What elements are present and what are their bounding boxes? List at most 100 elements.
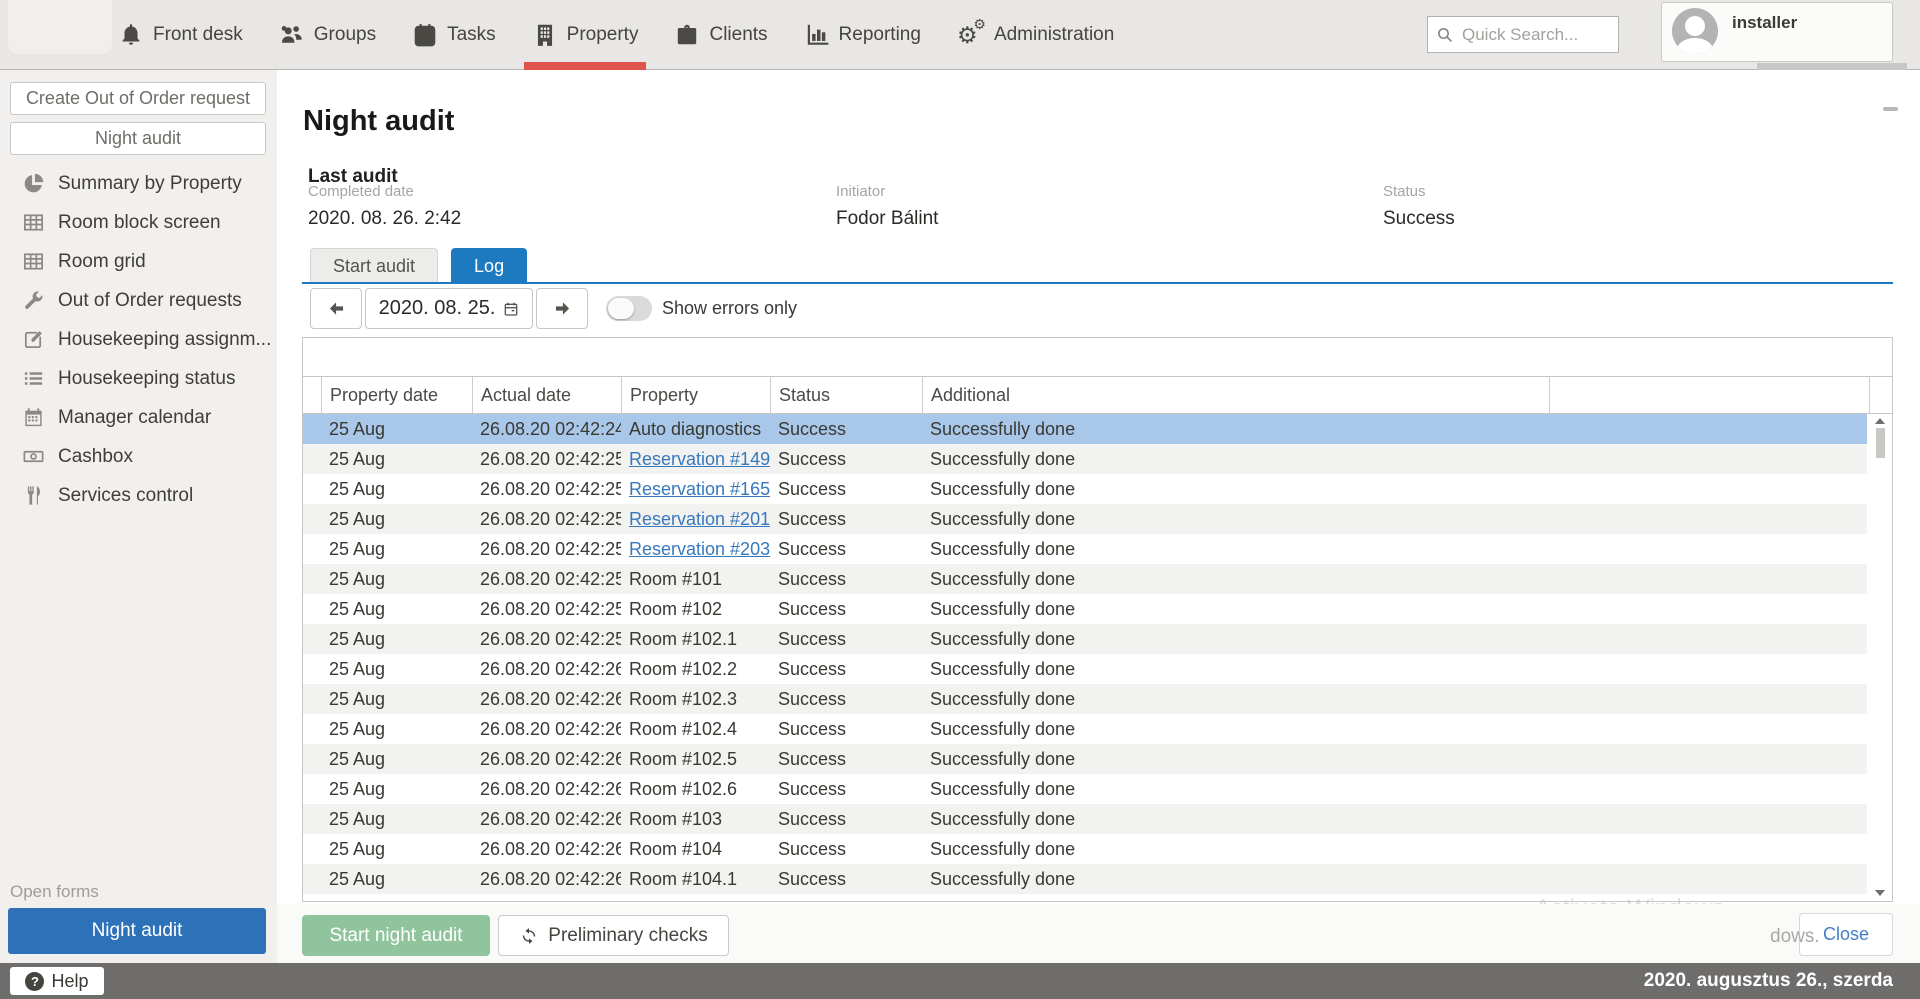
nav-property[interactable]: Property <box>532 0 639 70</box>
cell-indicator <box>303 654 321 684</box>
header-status[interactable]: Status <box>770 377 922 413</box>
cell-additional: Successfully done <box>922 534 1549 564</box>
table-row[interactable]: 25 Aug 26.08.20 02:42:25 Room #101 Succe… <box>303 564 1867 594</box>
table-row[interactable]: 25 Aug 26.08.20 02:42:25 Room #102.1 Suc… <box>303 624 1867 654</box>
nav-tasks[interactable]: Tasks <box>412 0 496 70</box>
show-errors-toggle[interactable] <box>606 296 652 321</box>
sidebar-item-room-block-screen[interactable]: Room block screen <box>0 203 277 242</box>
preliminary-checks-button[interactable]: Preliminary checks <box>498 915 729 956</box>
nav-administration[interactable]: Administration <box>957 0 1114 70</box>
table-row[interactable]: 25 Aug 26.08.20 02:42:26 Room #102.5 Suc… <box>303 744 1867 774</box>
next-day-button[interactable] <box>536 288 588 329</box>
table-row[interactable]: 25 Aug 26.08.20 02:42:26 Room #102.4 Suc… <box>303 714 1867 744</box>
sidebar-item-out-of-order-requests[interactable]: Out of Order requests <box>0 281 277 320</box>
night-audit-button[interactable]: Night audit <box>10 122 266 155</box>
sidebar-item-housekeeping-assignment[interactable]: Housekeeping assignm... <box>0 320 277 359</box>
reservation-link[interactable]: Reservation #149 <box>629 449 770 469</box>
scrollbar-thumb[interactable] <box>1876 428 1885 458</box>
log-toolbar: 2020. 08. 25. Show errors only <box>310 288 797 329</box>
tab-log[interactable]: Log <box>451 248 527 283</box>
cell-property-date: 25 Aug <box>321 444 472 474</box>
collapse-icon[interactable] <box>1883 107 1898 111</box>
nav-reporting[interactable]: Reporting <box>804 0 921 70</box>
sidebar-item-label: Housekeeping status <box>58 368 235 390</box>
user-name: installer <box>1732 13 1797 61</box>
sidebar-item-label: Manager calendar <box>58 407 211 429</box>
status-bar-date: 2020. augusztus 26., szerda <box>1644 963 1893 999</box>
calendar-icon <box>22 406 45 429</box>
date-picker[interactable]: 2020. 08. 25. <box>365 288 533 329</box>
user-menu[interactable]: installer <box>1661 2 1893 62</box>
sidebar-item-cashbox[interactable]: Cashbox <box>0 437 277 476</box>
previous-day-button[interactable] <box>310 288 362 329</box>
sidebar-item-room-grid[interactable]: Room grid <box>0 242 277 281</box>
reservation-link[interactable]: Reservation #201 <box>629 509 770 529</box>
table-group-panel <box>303 338 1892 377</box>
cell-property-date: 25 Aug <box>321 834 472 864</box>
audit-tabs: Start audit Log <box>310 248 527 283</box>
nav-clients[interactable]: Clients <box>674 0 767 70</box>
header-additional[interactable]: Additional <box>922 377 1549 413</box>
cell-property: Room #102.5 <box>621 744 770 774</box>
scroll-down-icon[interactable] <box>1875 890 1885 896</box>
tab-start-audit[interactable]: Start audit <box>310 248 438 283</box>
cell-property-date: 25 Aug <box>321 534 472 564</box>
refresh-icon <box>519 926 539 946</box>
table-row[interactable]: 25 Aug 26.08.20 02:42:25 Reservation #20… <box>303 504 1867 534</box>
tabs-underline <box>302 282 1893 284</box>
cell-additional: Successfully done <box>922 684 1549 714</box>
log-table-body: 25 Aug 26.08.20 02:42:24 Auto diagnostic… <box>303 414 1892 894</box>
table-row[interactable]: 25 Aug 26.08.20 02:42:25 Reservation #20… <box>303 534 1867 564</box>
table-row[interactable]: 25 Aug 26.08.20 02:42:25 Reservation #14… <box>303 444 1867 474</box>
audit-log-table: Property date Actual date Property Statu… <box>302 337 1893 902</box>
sidebar-item-housekeeping-status[interactable]: Housekeeping status <box>0 359 277 398</box>
reservation-link[interactable]: Reservation #165 <box>629 479 770 499</box>
cell-additional: Successfully done <box>922 714 1549 744</box>
nav-groups[interactable]: Groups <box>279 0 376 70</box>
cell-additional: Successfully done <box>922 744 1549 774</box>
cell-status: Success <box>770 564 922 594</box>
sidebar-item-label: Services control <box>58 485 193 507</box>
cell-property: Reservation #149 <box>621 444 770 474</box>
table-row[interactable]: 25 Aug 26.08.20 02:42:26 Room #104 Succe… <box>303 834 1867 864</box>
table-row[interactable]: 25 Aug 26.08.20 02:42:26 Room #103 Succe… <box>303 804 1867 834</box>
table-row[interactable]: 25 Aug 26.08.20 02:42:26 Room #102.3 Suc… <box>303 684 1867 714</box>
list-icon <box>22 367 45 390</box>
sidebar-item-summary-by-property[interactable]: Summary by Property <box>0 164 277 203</box>
sidebar-item-manager-calendar[interactable]: Manager calendar <box>0 398 277 437</box>
close-button[interactable]: Close <box>1799 913 1893 956</box>
user-menu-strip <box>1757 63 1907 70</box>
cell-property: Room #102.3 <box>621 684 770 714</box>
cell-actual-date: 26.08.20 02:42:24 <box>472 414 621 444</box>
help-label: Help <box>51 971 88 992</box>
header-property-date[interactable]: Property date <box>321 377 472 413</box>
cell-property: Room #101 <box>621 564 770 594</box>
table-row[interactable]: 25 Aug 26.08.20 02:42:24 Auto diagnostic… <box>303 414 1867 444</box>
nav-front-desk[interactable]: Front desk <box>118 0 243 70</box>
cell-status: Success <box>770 474 922 504</box>
sidebar-menu: Summary by Property Room block screen Ro… <box>0 164 277 515</box>
open-form-night-audit[interactable]: Night audit <box>8 908 266 954</box>
table-row[interactable]: 25 Aug 26.08.20 02:42:25 Reservation #16… <box>303 474 1867 504</box>
table-row[interactable]: 25 Aug 26.08.20 02:42:25 Room #102 Succe… <box>303 594 1867 624</box>
sidebar-item-label: Room grid <box>58 251 146 273</box>
search-input[interactable] <box>1460 24 1610 46</box>
wrench-icon <box>22 289 45 312</box>
table-row[interactable]: 25 Aug 26.08.20 02:42:26 Room #102.2 Suc… <box>303 654 1867 684</box>
create-out-of-order-button[interactable]: Create Out of Order request <box>10 82 266 115</box>
reservation-link[interactable]: Reservation #203 <box>629 539 770 559</box>
start-night-audit-button[interactable]: Start night audit <box>302 915 490 956</box>
cell-actual-date: 26.08.20 02:42:25 <box>472 594 621 624</box>
table-row[interactable]: 25 Aug 26.08.20 02:42:26 Room #102.6 Suc… <box>303 774 1867 804</box>
scroll-up-icon[interactable] <box>1875 418 1885 424</box>
header-property[interactable]: Property <box>621 377 770 413</box>
help-button[interactable]: Help <box>10 967 104 995</box>
sidebar-item-services-control[interactable]: Services control <box>0 476 277 515</box>
toggle-knob <box>608 298 634 319</box>
table-row[interactable]: 25 Aug 26.08.20 02:42:26 Room #104.1 Suc… <box>303 864 1867 894</box>
header-indicator-column <box>303 377 321 413</box>
cell-additional: Successfully done <box>922 834 1549 864</box>
field-value: Success <box>1383 208 1455 230</box>
header-actual-date[interactable]: Actual date <box>472 377 621 413</box>
vertical-scrollbar[interactable] <box>1869 414 1891 900</box>
